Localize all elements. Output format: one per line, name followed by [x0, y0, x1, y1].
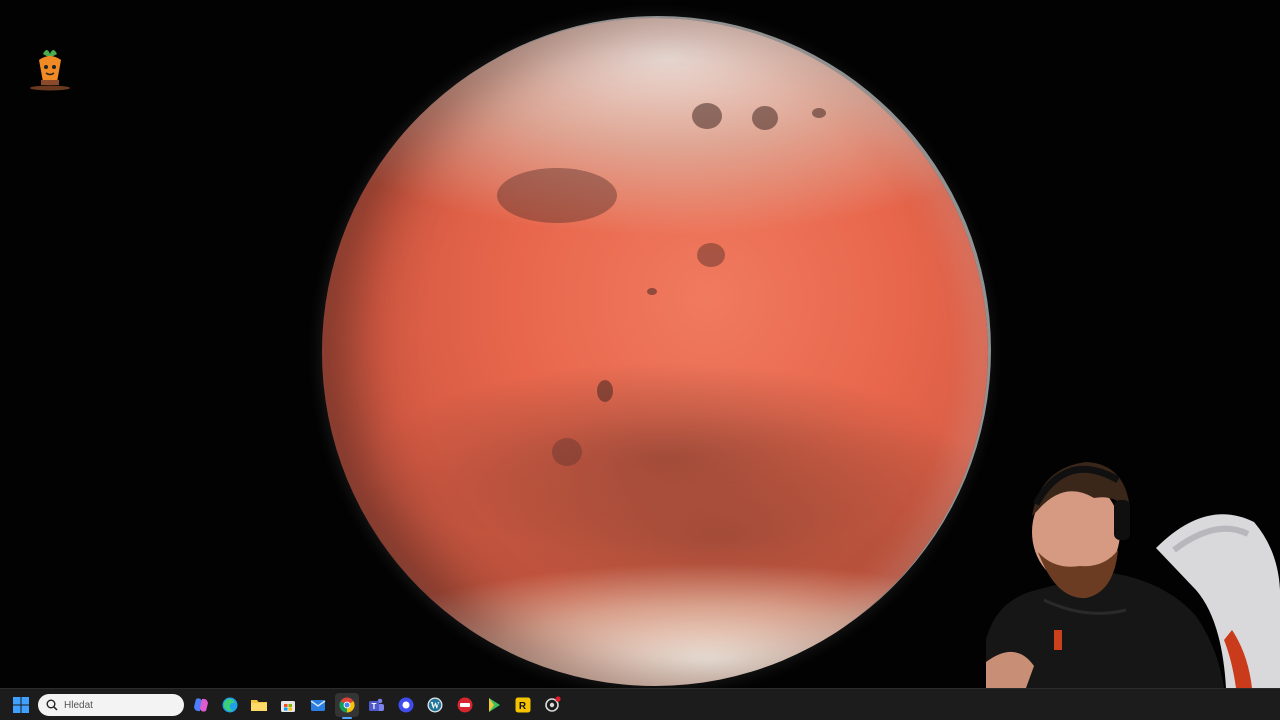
- active-indicator: [342, 717, 352, 719]
- carrot-app-icon[interactable]: [26, 46, 78, 92]
- mail-icon: [310, 700, 326, 711]
- taskbar: T W R: [0, 688, 1280, 720]
- wordpress-icon: W: [427, 697, 443, 713]
- mail-button[interactable]: [306, 693, 330, 717]
- copilot-icon: [194, 698, 208, 712]
- red-record-icon: [457, 697, 473, 713]
- gear-badge-icon: [545, 696, 561, 712]
- green-play-icon: [489, 698, 500, 712]
- settings-app-button[interactable]: [540, 693, 564, 717]
- streamer-webcam: [986, 440, 1280, 688]
- file-explorer-button[interactable]: [247, 693, 271, 717]
- windows-logo-icon: [13, 697, 29, 713]
- edge-icon: [222, 697, 238, 713]
- rockstar-launcher-icon: R: [515, 697, 531, 713]
- search-icon: [46, 699, 58, 711]
- chrome-icon: [339, 697, 355, 713]
- chrome-button[interactable]: [335, 693, 359, 719]
- edge-button[interactable]: [218, 693, 242, 717]
- teams-icon: T: [369, 698, 384, 711]
- wordpress-button[interactable]: W: [423, 693, 447, 717]
- search-input[interactable]: [62, 698, 176, 712]
- svg-text:T: T: [372, 702, 377, 711]
- blue-circle-app-icon: [398, 697, 414, 713]
- svg-text:W: W: [431, 700, 440, 710]
- taskbar-search[interactable]: [38, 694, 184, 716]
- microsoft-store-button[interactable]: [276, 693, 300, 717]
- blue-circle-app-button[interactable]: [394, 693, 418, 717]
- teams-button[interactable]: T: [364, 693, 388, 717]
- store-icon: [281, 701, 295, 712]
- start-button[interactable]: [9, 693, 33, 717]
- media-player-button[interactable]: [482, 693, 506, 717]
- mars-planet-wallpaper: [322, 18, 988, 686]
- copilot-button[interactable]: [189, 693, 213, 717]
- streamlabs-button[interactable]: [453, 693, 477, 717]
- svg-text:R: R: [519, 701, 527, 712]
- rockstar-launcher-button[interactable]: R: [511, 693, 535, 717]
- desktop: [0, 0, 1280, 688]
- folder-icon: [251, 700, 267, 711]
